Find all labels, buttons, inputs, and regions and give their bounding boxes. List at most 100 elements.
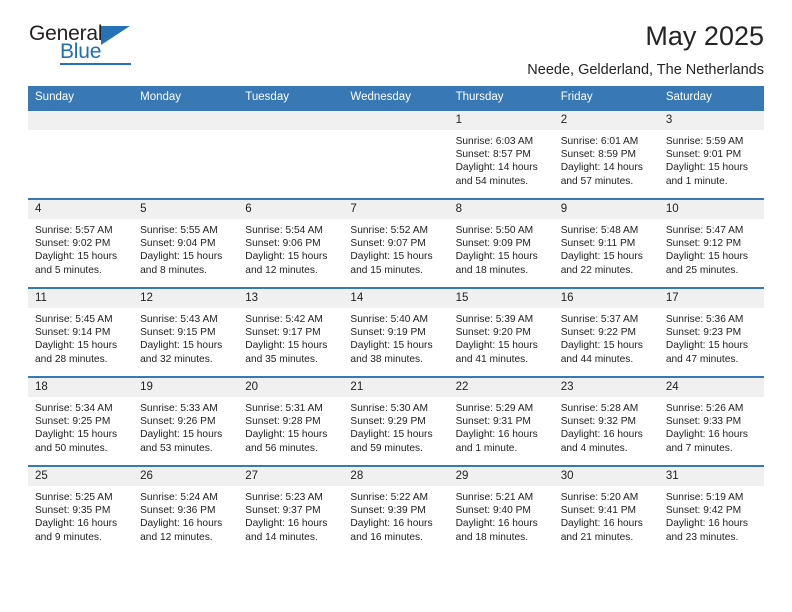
daylight-text: Daylight: 16 hours and 7 minutes. (665, 429, 748, 454)
daylight-text: Daylight: 16 hours and 18 minutes. (455, 518, 538, 543)
daylight-text: Daylight: 15 hours and 18 minutes. (455, 251, 538, 276)
calendar-body: 1 Sunrise: 6:03 AM Sunset: 8:57 PM Daylight… (28, 109, 764, 555)
calendar-day-cell[interactable]: 16 Sunrise: 5:37 AM Sunset: 9:22 PM Dayligh… (553, 287, 659, 377)
sunset-text: Sunset: 9:15 PM (140, 327, 216, 339)
logo-text-blue: Blue (60, 40, 102, 63)
calendar-day-cell[interactable]: 1 Sunrise: 6:03 AM Sunset: 8:57 PM Daylight… (448, 109, 554, 199)
day-number: 2 (553, 111, 659, 130)
general-blue-logo[interactable]: General Blue (28, 22, 143, 68)
day-number: 7 (343, 200, 449, 219)
day-details: Sunrise: 5:31 AM Sunset: 9:28 PM Daylight:… (238, 397, 343, 455)
daylight-text: Daylight: 15 hours and 38 minutes. (350, 340, 433, 365)
daylight-text: Daylight: 15 hours and 47 minutes. (665, 340, 748, 365)
calendar-day-cell[interactable]: 11 Sunrise: 5:45 AM Sunset: 9:14 PM Dayligh… (28, 287, 134, 377)
title-block: May 2025 Neede, Gelderland, The Netherla… (143, 22, 764, 79)
day-details: Sunrise: 5:23 AM Sunset: 9:37 PM Daylight:… (238, 486, 343, 544)
calendar-day-cell[interactable]: 29 Sunrise: 5:21 AM Sunset: 9:40 PM Dayligh… (448, 465, 554, 555)
sunrise-text: Sunrise: 5:26 AM (665, 403, 744, 414)
calendar-day-cell[interactable]: 20 Sunrise: 5:31 AM Sunset: 9:28 PM Dayligh… (238, 376, 344, 466)
sunrise-text: Sunrise: 5:43 AM (140, 314, 218, 325)
calendar-day-cell[interactable]: 4 Sunrise: 5:57 AM Sunset: 9:02 PM Daylight… (28, 198, 134, 288)
weekday-header-wednesday: Wednesday (343, 86, 449, 110)
sunrise-text: Sunrise: 5:31 AM (245, 403, 323, 414)
daylight-text: Daylight: 15 hours and 1 minute. (665, 162, 748, 187)
sunrise-text: Sunrise: 5:30 AM (350, 403, 429, 414)
sunrise-text: Sunrise: 5:54 AM (245, 225, 323, 236)
calendar-day-cell[interactable]: 15 Sunrise: 5:39 AM Sunset: 9:20 PM Dayligh… (448, 287, 554, 377)
calendar-day-cell[interactable]: 5 Sunrise: 5:55 AM Sunset: 9:04 PM Daylight… (133, 198, 239, 288)
calendar-day-cell[interactable]: 23 Sunrise: 5:28 AM Sunset: 9:32 PM Dayligh… (553, 376, 659, 466)
sunset-text: Sunset: 9:29 PM (350, 416, 426, 428)
day-details: Sunrise: 5:59 AM Sunset: 9:01 PM Daylight:… (659, 130, 764, 188)
daylight-text: Daylight: 15 hours and 5 minutes. (35, 251, 118, 276)
calendar-day-cell[interactable]: 12 Sunrise: 5:43 AM Sunset: 9:15 PM Dayligh… (133, 287, 239, 377)
day-details: Sunrise: 5:30 AM Sunset: 9:29 PM Daylight:… (343, 397, 448, 455)
day-number: 30 (553, 467, 659, 486)
day-number: 26 (133, 467, 239, 486)
daylight-text: Daylight: 14 hours and 54 minutes. (455, 162, 538, 187)
daylight-text: Daylight: 16 hours and 4 minutes. (560, 429, 643, 454)
calendar-day-cell[interactable]: 14 Sunrise: 5:40 AM Sunset: 9:19 PM Dayligh… (343, 287, 449, 377)
calendar-day-cell[interactable]: 13 Sunrise: 5:42 AM Sunset: 9:17 PM Dayligh… (238, 287, 344, 377)
sunrise-text: Sunrise: 5:52 AM (350, 225, 429, 236)
calendar-day-cell[interactable]: 8 Sunrise: 5:50 AM Sunset: 9:09 PM Daylight… (448, 198, 554, 288)
day-details: Sunrise: 5:48 AM Sunset: 9:11 PM Daylight:… (554, 219, 659, 277)
sunset-text: Sunset: 9:19 PM (350, 327, 426, 339)
calendar-day-cell[interactable]: 27 Sunrise: 5:23 AM Sunset: 9:37 PM Dayligh… (238, 465, 344, 555)
calendar-day-cell[interactable]: 18 Sunrise: 5:34 AM Sunset: 9:25 PM Dayligh… (28, 376, 134, 466)
sunset-text: Sunset: 9:31 PM (455, 416, 531, 428)
weekday-header-row: Sunday Monday Tuesday Wednesday Thursday… (28, 86, 764, 110)
day-details: Sunrise: 5:37 AM Sunset: 9:22 PM Daylight:… (554, 308, 659, 366)
day-details: Sunrise: 5:50 AM Sunset: 9:09 PM Daylight:… (449, 219, 554, 277)
day-details: Sunrise: 5:33 AM Sunset: 9:26 PM Daylight:… (133, 397, 238, 455)
sunrise-text: Sunrise: 5:57 AM (35, 225, 113, 236)
calendar-day-cell[interactable]: 19 Sunrise: 5:33 AM Sunset: 9:26 PM Dayligh… (133, 376, 239, 466)
calendar-day-cell[interactable]: 10 Sunrise: 5:47 AM Sunset: 9:12 PM Dayligh… (658, 198, 764, 288)
calendar-day-cell[interactable]: 21 Sunrise: 5:30 AM Sunset: 9:29 PM Dayligh… (343, 376, 449, 466)
sunrise-text: Sunrise: 5:24 AM (140, 492, 218, 503)
calendar-day-cell[interactable]: 24 Sunrise: 5:26 AM Sunset: 9:33 PM Dayligh… (658, 376, 764, 466)
daylight-text: Daylight: 15 hours and 32 minutes. (140, 340, 223, 365)
daylight-text: Daylight: 15 hours and 25 minutes. (665, 251, 748, 276)
day-details: Sunrise: 5:42 AM Sunset: 9:17 PM Daylight:… (238, 308, 343, 366)
daylight-text: Daylight: 15 hours and 53 minutes. (140, 429, 223, 454)
calendar-day-cell[interactable]: 28 Sunrise: 5:22 AM Sunset: 9:39 PM Dayligh… (343, 465, 449, 555)
daylight-text: Daylight: 16 hours and 14 minutes. (245, 518, 328, 543)
calendar-day-cell[interactable]: 17 Sunrise: 5:36 AM Sunset: 9:23 PM Dayligh… (658, 287, 764, 377)
day-number: 20 (238, 378, 344, 397)
calendar-day-cell[interactable]: 30 Sunrise: 5:20 AM Sunset: 9:41 PM Dayligh… (553, 465, 659, 555)
calendar-day-cell-empty (343, 109, 449, 199)
calendar-day-cell[interactable]: 9 Sunrise: 5:48 AM Sunset: 9:11 PM Daylight… (553, 198, 659, 288)
sunrise-text: Sunrise: 5:33 AM (140, 403, 218, 414)
sunset-text: Sunset: 9:06 PM (245, 238, 321, 250)
sunset-text: Sunset: 8:57 PM (455, 149, 531, 161)
sunrise-text: Sunrise: 6:03 AM (455, 136, 534, 147)
daylight-text: Daylight: 16 hours and 16 minutes. (350, 518, 433, 543)
day-details: Sunrise: 5:20 AM Sunset: 9:41 PM Daylight:… (554, 486, 659, 544)
calendar-day-cell-empty (238, 109, 344, 199)
day-number: 23 (553, 378, 659, 397)
calendar-day-cell[interactable]: 7 Sunrise: 5:52 AM Sunset: 9:07 PM Daylight… (343, 198, 449, 288)
day-number: 19 (133, 378, 239, 397)
sunrise-text: Sunrise: 5:22 AM (350, 492, 429, 503)
calendar-day-cell-empty (28, 109, 134, 199)
sunset-text: Sunset: 9:20 PM (455, 327, 531, 339)
calendar-day-cell[interactable]: 26 Sunrise: 5:24 AM Sunset: 9:36 PM Dayligh… (133, 465, 239, 555)
day-number: 11 (28, 289, 134, 308)
calendar-day-cell[interactable]: 2 Sunrise: 6:01 AM Sunset: 8:59 PM Daylight… (553, 109, 659, 199)
sunrise-text: Sunrise: 5:42 AM (245, 314, 323, 325)
sunrise-text: Sunrise: 5:20 AM (560, 492, 639, 503)
calendar-day-cell[interactable]: 25 Sunrise: 5:25 AM Sunset: 9:35 PM Dayligh… (28, 465, 134, 555)
calendar-day-cell[interactable]: 31 Sunrise: 5:19 AM Sunset: 9:42 PM Dayligh… (658, 465, 764, 555)
sunrise-text: Sunrise: 5:21 AM (455, 492, 534, 503)
calendar-day-cell[interactable]: 22 Sunrise: 5:29 AM Sunset: 9:31 PM Dayligh… (448, 376, 554, 466)
daylight-text: Daylight: 15 hours and 15 minutes. (350, 251, 433, 276)
calendar-day-cell[interactable]: 6 Sunrise: 5:54 AM Sunset: 9:06 PM Daylight… (238, 198, 344, 288)
sunrise-text: Sunrise: 5:59 AM (665, 136, 744, 147)
day-details: Sunrise: 5:54 AM Sunset: 9:06 PM Daylight:… (238, 219, 343, 277)
day-details: Sunrise: 5:47 AM Sunset: 9:12 PM Daylight:… (659, 219, 764, 277)
daylight-text: Daylight: 16 hours and 1 minute. (455, 429, 538, 454)
calendar-day-cell[interactable]: 3 Sunrise: 5:59 AM Sunset: 9:01 PM Daylight… (658, 109, 764, 199)
day-number: 18 (28, 378, 134, 397)
day-number: 22 (448, 378, 554, 397)
